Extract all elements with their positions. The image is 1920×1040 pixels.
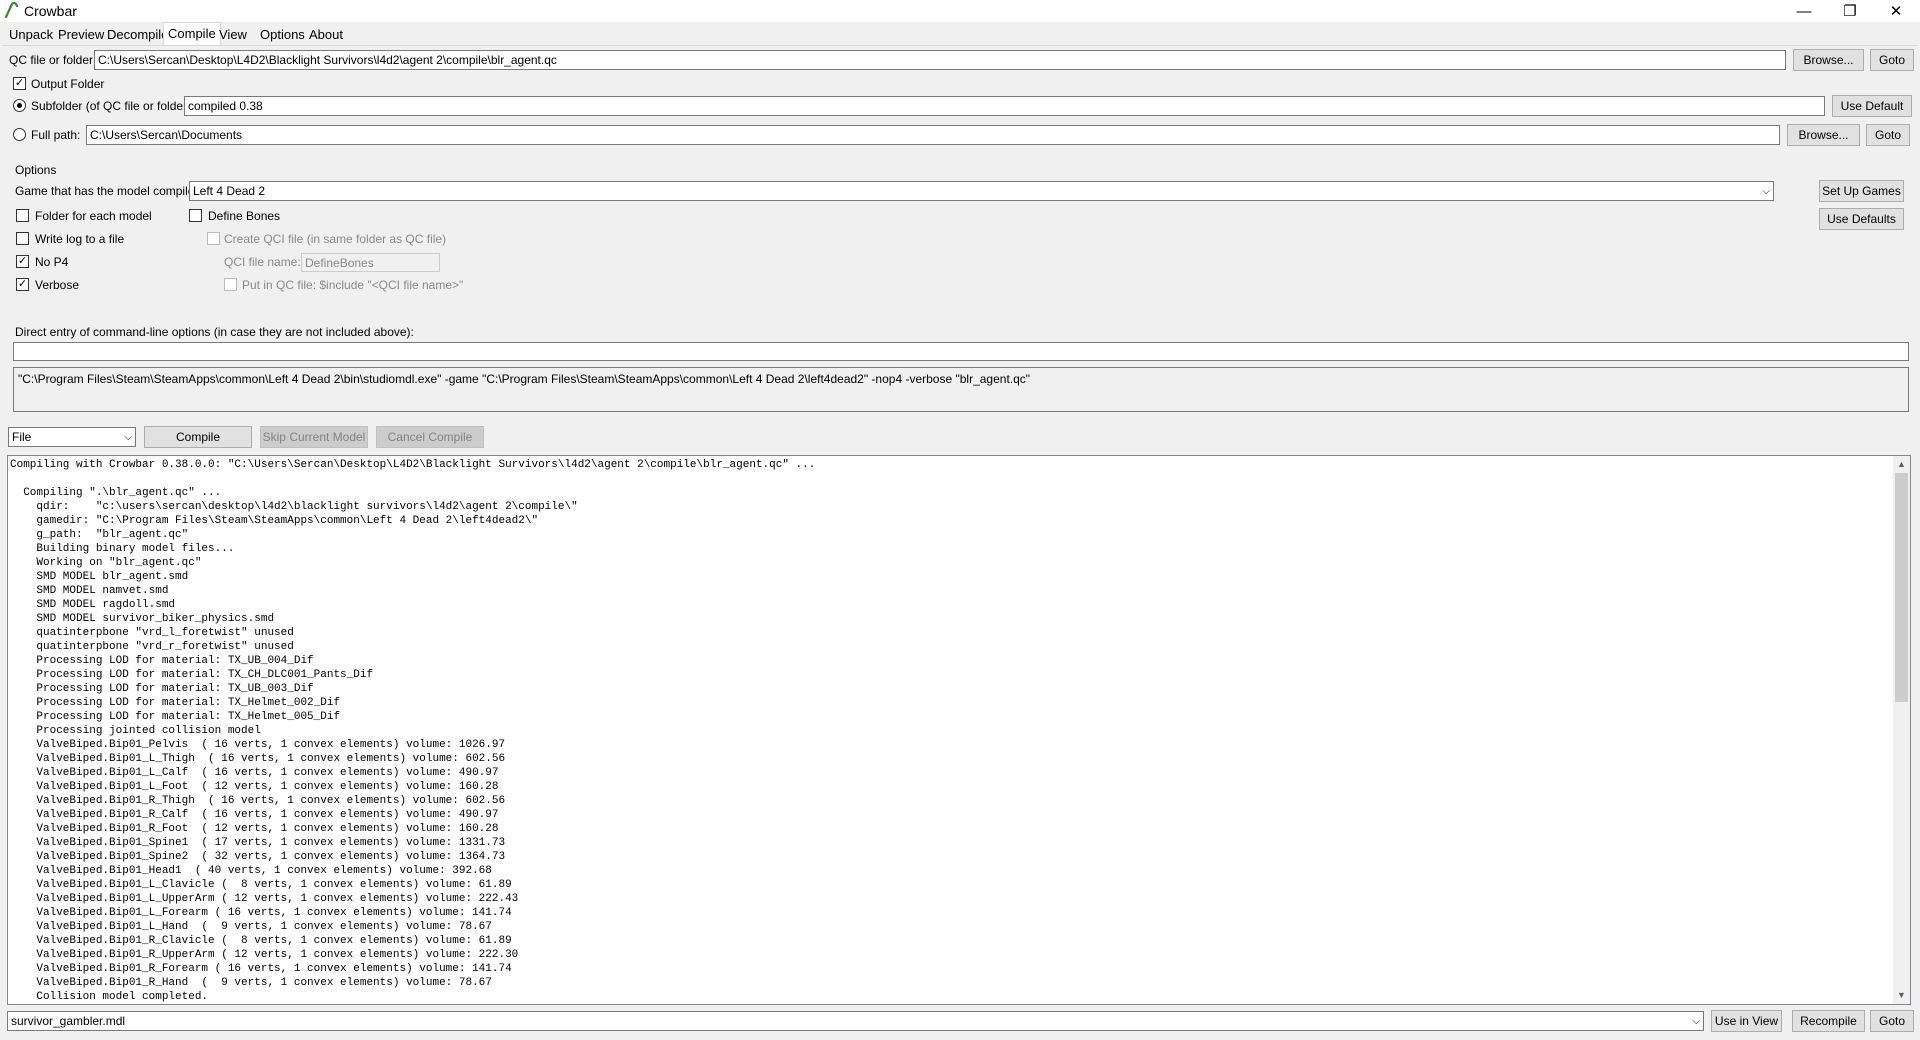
- recompile-button[interactable]: Recompile: [1792, 1010, 1865, 1032]
- create-qci-label: Create QCI file (in same folder as QC fi…: [224, 232, 447, 246]
- skip-current-model-button[interactable]: Skip Current Model: [260, 426, 368, 448]
- qci-file-name-label: QCI file name:: [224, 255, 301, 269]
- put-in-qc-label: Put in QC file: $include "<QCI file name…: [242, 278, 464, 292]
- title-bar: Crowbar — ❐ ✕: [0, 0, 1920, 22]
- folder-each-model-checkbox[interactable]: [16, 209, 29, 222]
- no-p4-label: No P4: [35, 255, 69, 269]
- set-up-games-button[interactable]: Set Up Games: [1819, 180, 1904, 202]
- log-scrollbar[interactable]: ▲ ▼: [1893, 456, 1910, 1004]
- verbose-checkbox[interactable]: ✓: [16, 278, 29, 291]
- define-bones-label: Define Bones: [208, 209, 281, 223]
- subfolder-radio[interactable]: [13, 99, 26, 112]
- chevron-down-icon: ⌵: [1692, 1016, 1700, 1027]
- subfolder-input[interactable]: compiled 0.38: [184, 96, 1825, 116]
- output-model-value: survivor_gambler.mdl: [11, 1014, 126, 1028]
- use-defaults-button[interactable]: Use Defaults: [1819, 208, 1904, 230]
- tab-decompile[interactable]: Decompile: [103, 25, 172, 45]
- scroll-down-icon[interactable]: ▼: [1893, 987, 1910, 1004]
- verbose-label: Verbose: [35, 278, 80, 292]
- create-qci-checkbox[interactable]: [207, 232, 220, 245]
- write-log-label: Write log to a file: [35, 232, 125, 246]
- minimize-icon[interactable]: —: [1781, 0, 1827, 22]
- chevron-down-icon: ⌵: [1762, 186, 1770, 197]
- full-path-browse-button[interactable]: Browse...: [1787, 124, 1860, 146]
- scroll-thumb[interactable]: [1895, 473, 1908, 702]
- chevron-down-icon: ⌵: [124, 432, 132, 443]
- define-bones-checkbox[interactable]: [189, 209, 202, 222]
- game-select[interactable]: Left 4 Dead 2 ⌵: [189, 181, 1774, 201]
- direct-entry-input[interactable]: [13, 342, 1909, 361]
- use-in-view-button[interactable]: Use in View: [1711, 1010, 1782, 1032]
- qc-file-label: QC file or folder:: [9, 53, 97, 67]
- compile-log-text: Compiling with Crowbar 0.38.0.0: "C:\Use…: [10, 459, 816, 1003]
- direct-entry-label: Direct entry of command-line options (in…: [15, 325, 414, 339]
- write-log-checkbox[interactable]: [16, 232, 29, 245]
- output-model-select[interactable]: survivor_gambler.mdl ⌵: [7, 1011, 1704, 1031]
- window-title: Crowbar: [24, 3, 77, 19]
- tab-preview[interactable]: Preview: [54, 25, 108, 45]
- compile-button[interactable]: Compile: [144, 426, 252, 448]
- folder-each-model-label: Folder for each model: [35, 209, 152, 223]
- options-section-label: Options: [15, 163, 57, 177]
- bottom-goto-button[interactable]: Goto: [1870, 1010, 1914, 1032]
- tab-unpack[interactable]: Unpack: [5, 25, 57, 45]
- use-default-button[interactable]: Use Default: [1832, 95, 1912, 117]
- tab-view[interactable]: View: [215, 25, 251, 45]
- full-path-label: Full path:: [31, 128, 81, 142]
- game-compiler-label: Game that has the model compiler:: [15, 184, 202, 198]
- compile-mode-select[interactable]: File ⌵: [8, 427, 136, 447]
- tab-about[interactable]: About: [305, 25, 347, 45]
- compile-log[interactable]: Compiling with Crowbar 0.38.0.0: "C:\Use…: [7, 455, 1911, 1005]
- tab-compile[interactable]: Compile: [163, 22, 221, 46]
- command-line-preview: "C:\Program Files\Steam\SteamApps\common…: [13, 367, 1909, 412]
- crowbar-icon: [4, 2, 19, 18]
- no-p4-checkbox[interactable]: ✓: [16, 255, 29, 268]
- close-icon[interactable]: ✕: [1873, 0, 1919, 22]
- full-path-goto-button[interactable]: Goto: [1866, 124, 1910, 146]
- output-folder-label: Output Folder: [31, 77, 105, 91]
- qc-file-input[interactable]: C:\Users\Sercan\Desktop\L4D2\Blacklight …: [94, 50, 1786, 70]
- tab-options[interactable]: Options: [256, 25, 309, 45]
- qci-file-name-input[interactable]: DefineBones: [301, 253, 440, 272]
- qc-browse-button[interactable]: Browse...: [1793, 49, 1864, 71]
- full-path-input[interactable]: C:\Users\Sercan\Documents: [86, 125, 1780, 145]
- qc-goto-button[interactable]: Goto: [1870, 49, 1914, 71]
- game-select-value: Left 4 Dead 2: [193, 184, 266, 198]
- scroll-up-icon[interactable]: ▲: [1893, 456, 1910, 473]
- cancel-compile-button[interactable]: Cancel Compile: [376, 426, 484, 448]
- compile-mode-value: File: [12, 430, 32, 444]
- output-folder-checkbox[interactable]: ✓: [13, 77, 26, 90]
- full-path-radio[interactable]: [13, 128, 26, 141]
- subfolder-label: Subfolder (of QC file or folder):: [31, 99, 195, 113]
- restore-icon[interactable]: ❐: [1827, 0, 1873, 22]
- put-in-qc-checkbox[interactable]: [224, 278, 237, 291]
